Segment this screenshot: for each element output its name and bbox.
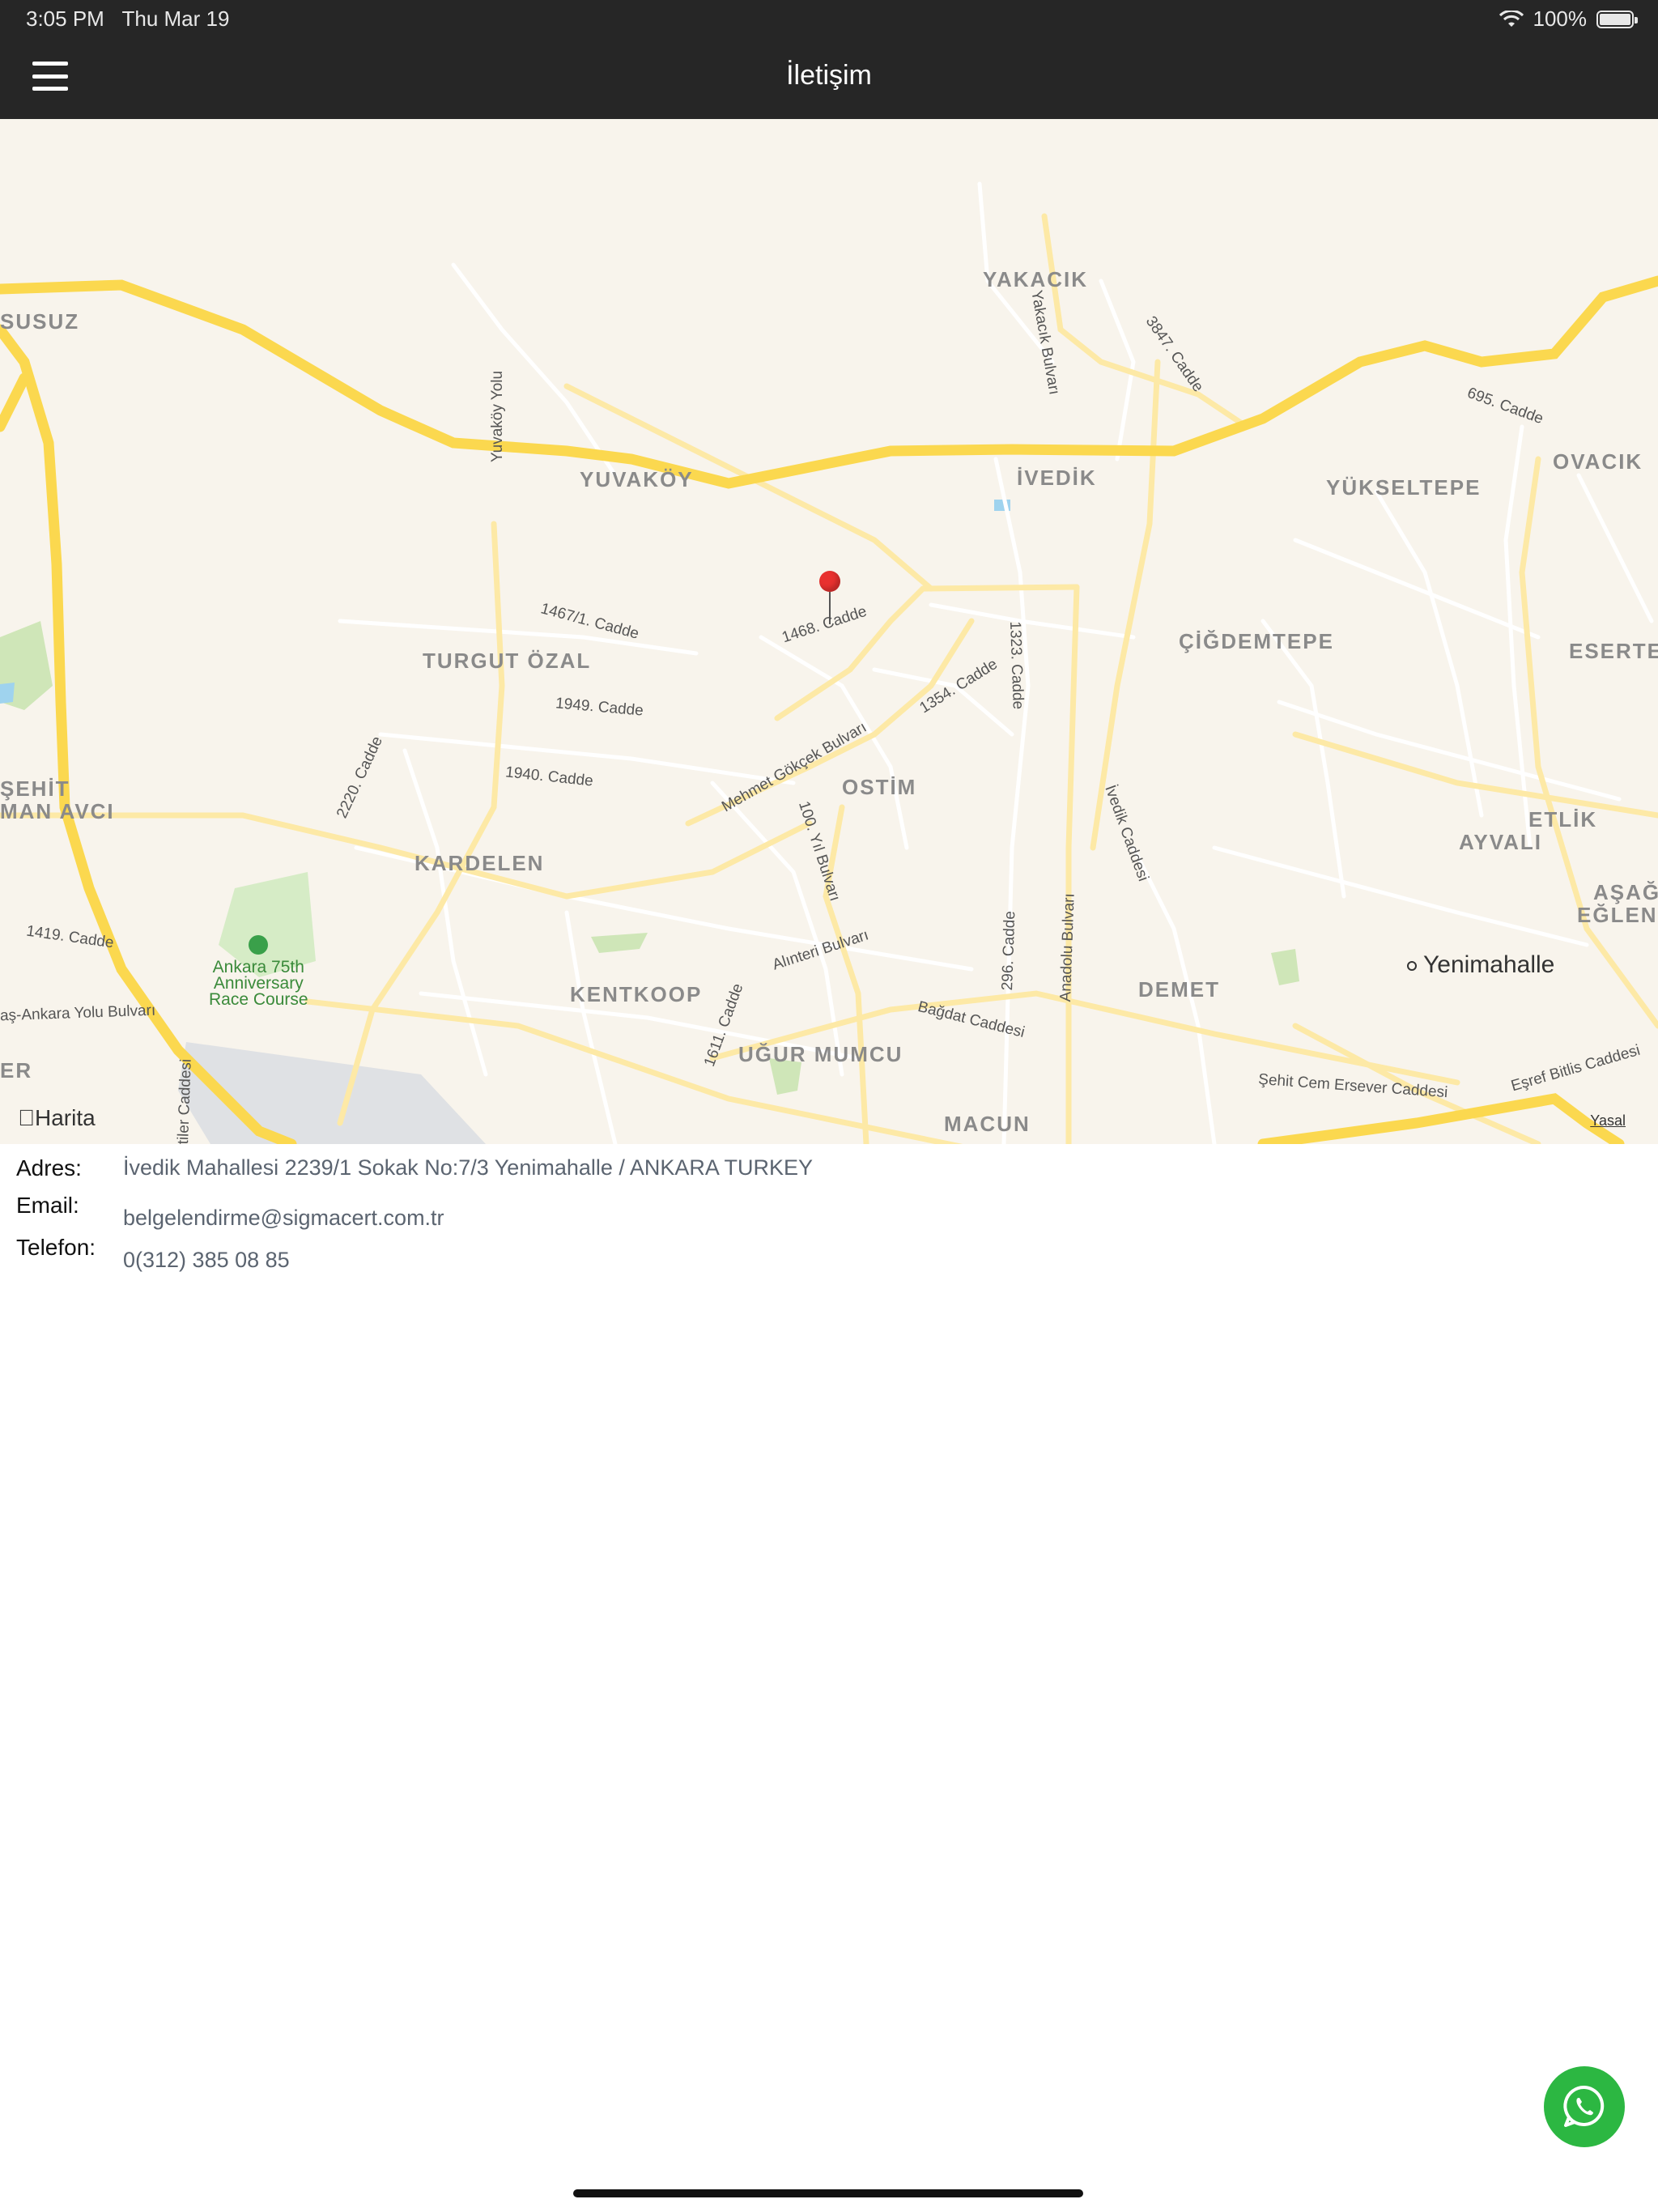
road-label: Anadolu Bulvarı — [1057, 892, 1078, 1002]
battery-icon — [1596, 10, 1638, 28]
phone-link[interactable]: 0(312) 385 08 85 — [123, 1248, 290, 1273]
district-label: KARDELEN — [414, 851, 545, 875]
park-icon — [249, 935, 269, 955]
district-label: ŞEHİT — [0, 776, 70, 801]
district-label: EĞLENC — [1577, 903, 1658, 927]
road-label: tiler Caddesi — [175, 1058, 195, 1144]
city-label: Yenimahalle — [1407, 951, 1554, 979]
district-label: TURGUT ÖZAL — [423, 649, 592, 673]
district-label: YÜKSELTEPE — [1326, 475, 1482, 500]
apple-logo-icon:  — [18, 1105, 35, 1130]
top-bar: 3:05 PM Thu Mar 19 100% İletişim — [0, 0, 1658, 119]
district-label: AYVALI — [1459, 830, 1543, 854]
district-label: ÇİĞDEMTEPE — [1179, 629, 1334, 653]
page-title: İletişim — [786, 60, 872, 91]
road-label: Yuvaköy Yolu — [489, 370, 506, 462]
road-label: 296. Cadde — [999, 910, 1019, 991]
status-clock: 3:05 PM — [26, 6, 104, 31]
district-label: OSTİM — [842, 775, 917, 799]
location-pin-icon[interactable] — [819, 571, 840, 627]
district-label: AŞAĞ — [1593, 880, 1658, 904]
district-label: MACUN — [944, 1112, 1031, 1136]
status-time: 3:05 PM Thu Mar 19 — [26, 6, 229, 32]
road-label: 1323. Cadde — [1006, 621, 1027, 710]
district-label: YAKACIK — [983, 267, 1089, 291]
whatsapp-button[interactable] — [1544, 2066, 1625, 2147]
email-link[interactable]: belgelendirme@sigmacert.com.tr — [123, 1206, 444, 1231]
battery-fill — [1600, 13, 1630, 25]
district-label: YUVAKÖY — [580, 467, 694, 491]
district-label: OVACIK — [1553, 449, 1643, 474]
whatsapp-icon — [1563, 2085, 1605, 2127]
district-label: SUSUZ — [0, 309, 80, 334]
map-legal-link[interactable]: Yasal — [1590, 1112, 1626, 1129]
district-label: ETLİK — [1528, 807, 1598, 832]
email-label: Email: — [16, 1193, 79, 1218]
status-date: Thu Mar 19 — [121, 6, 230, 31]
address-value: İvedik Mahallesi 2239/1 Sokak No:7/3 Yen… — [123, 1155, 813, 1180]
battery-percent: 100% — [1533, 6, 1588, 31]
district-label: UĞUR MUMCU — [738, 1042, 903, 1066]
district-label: ESERTE — [1569, 639, 1658, 663]
home-indicator[interactable] — [573, 2189, 1083, 2197]
race-course-poi[interactable]: Ankara 75th Anniversary Race Course — [209, 935, 308, 1008]
phone-label: Telefon: — [16, 1235, 96, 1260]
district-label: MAN AVCI — [0, 799, 115, 823]
district-label: İVEDİK — [1017, 466, 1097, 490]
map-view[interactable]: SUSUZ YAKACIK YUVAKÖY İVEDİK YÜKSELTEPE … — [0, 119, 1658, 1144]
map-brand: Harita — [18, 1105, 96, 1130]
district-label: KENTKOOP — [570, 982, 703, 1006]
district-label: DEMET — [1138, 977, 1220, 1002]
address-label: Adres: — [16, 1155, 82, 1180]
district-label: ER — [0, 1058, 33, 1083]
status-indicators: 100% — [1499, 6, 1638, 32]
wifi-icon — [1499, 10, 1524, 27]
